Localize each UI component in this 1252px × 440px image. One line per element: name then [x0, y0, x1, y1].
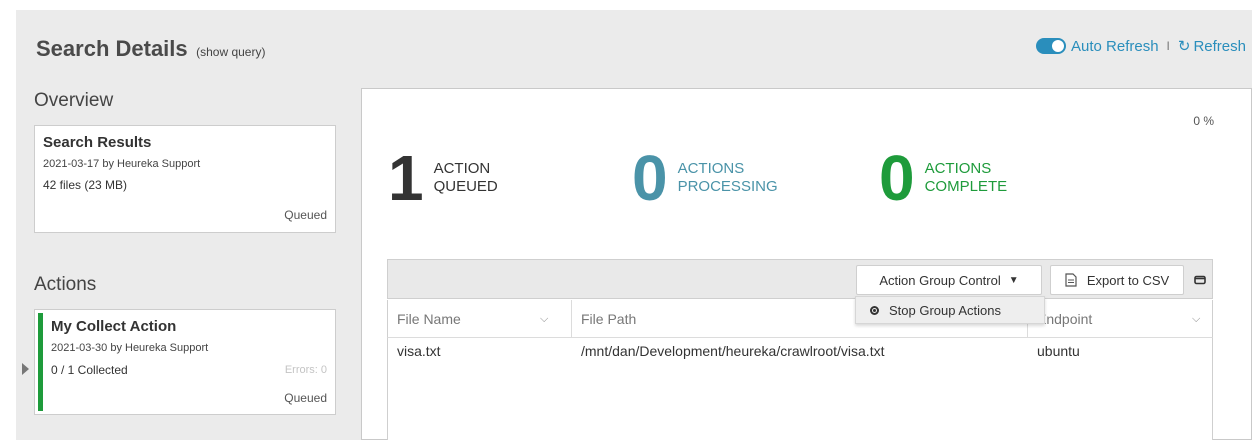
- action-title: My Collect Action: [51, 318, 177, 335]
- stop-group-actions-item[interactable]: Stop Group Actions: [855, 296, 1045, 324]
- stat-label: ACTIONS PROCESSING: [678, 160, 778, 196]
- file-count: 42 files (23 MB): [43, 178, 128, 192]
- collected-count: 0 / 1 Collected: [51, 363, 128, 377]
- page-title: Search Details: [36, 36, 188, 61]
- cell-file-path[interactable]: /mnt/dan/Development/heureka/crawlroot/v…: [581, 343, 884, 359]
- card-meta: 2021-03-17 by Heureka Support: [43, 158, 201, 170]
- stat-queued: 1 ACTION QUEUED: [388, 142, 498, 214]
- stat-complete: 0 ACTIONS COMPLETE: [879, 142, 1008, 214]
- stat-number: 0: [632, 142, 668, 214]
- stat-processing: 0 ACTIONS PROCESSING: [632, 142, 778, 214]
- status-label: Queued: [284, 208, 327, 222]
- stat-label: ACTIONS COMPLETE: [925, 160, 1008, 196]
- stat-label-line2: COMPLETE: [924, 178, 1008, 195]
- stat-label-line1: ACTION: [433, 160, 491, 177]
- column-file-path[interactable]: File Path: [581, 300, 636, 338]
- export-label: Export to CSV: [1086, 272, 1170, 288]
- refresh-button[interactable]: Refresh: [1193, 38, 1246, 55]
- stat-number: 0: [879, 142, 915, 214]
- auto-refresh-label[interactable]: Auto Refresh: [1071, 38, 1159, 55]
- expand-arrow-icon[interactable]: [22, 363, 29, 375]
- separator: I: [1166, 39, 1170, 53]
- cell-endpoint[interactable]: ubuntu: [1037, 343, 1080, 359]
- stat-label-line2: PROCESSING: [677, 178, 778, 195]
- page-header: Search Details (show query): [36, 36, 265, 62]
- cell-file-name[interactable]: visa.txt: [397, 343, 441, 359]
- card-title: Search Results: [43, 134, 152, 151]
- column-file-name[interactable]: File Name: [397, 300, 461, 338]
- radio-icon: [870, 305, 879, 315]
- overview-title: Overview: [34, 90, 114, 111]
- action-group-control-dropdown[interactable]: Action Group Control ▼: [856, 265, 1042, 295]
- stat-label-line2: QUEUED: [433, 178, 498, 195]
- dropdown-label: Action Group Control: [879, 272, 1001, 288]
- chevron-down-icon[interactable]: ⌵: [1192, 300, 1200, 338]
- progress-percent: 0 %: [1193, 114, 1214, 128]
- minimize-icon[interactable]: [1194, 275, 1206, 285]
- stat-label-line1: ACTIONS: [924, 160, 992, 177]
- search-results-card[interactable]: Search Results 2021-03-17 by Heureka Sup…: [34, 125, 336, 233]
- refresh-icon[interactable]: ↻: [1178, 37, 1191, 55]
- show-query-link[interactable]: (show query): [196, 45, 265, 59]
- action-status: Queued: [284, 391, 327, 405]
- column-endpoint[interactable]: Endpoint: [1037, 300, 1092, 338]
- action-card[interactable]: My Collect Action 2021-03-30 by Heureka …: [34, 309, 336, 415]
- errors-count: Errors: 0: [284, 364, 327, 376]
- actions-title: Actions: [34, 274, 97, 295]
- document-icon: [1065, 273, 1077, 287]
- action-meta: 2021-03-30 by Heureka Support: [51, 342, 209, 354]
- export-csv-button[interactable]: Export to CSV: [1050, 265, 1184, 295]
- refresh-controls: Auto Refresh I ↻ Refresh: [1036, 37, 1246, 55]
- stat-label: ACTION QUEUED: [434, 160, 498, 196]
- status-stripe: [38, 313, 43, 411]
- menu-item-label: Stop Group Actions: [889, 302, 1002, 318]
- auto-refresh-toggle[interactable]: [1036, 38, 1066, 54]
- stat-number: 1: [388, 142, 424, 214]
- chevron-down-icon[interactable]: ⌵: [540, 300, 548, 338]
- chevron-down-icon: ▼: [1008, 274, 1019, 286]
- stat-label-line1: ACTIONS: [677, 160, 745, 177]
